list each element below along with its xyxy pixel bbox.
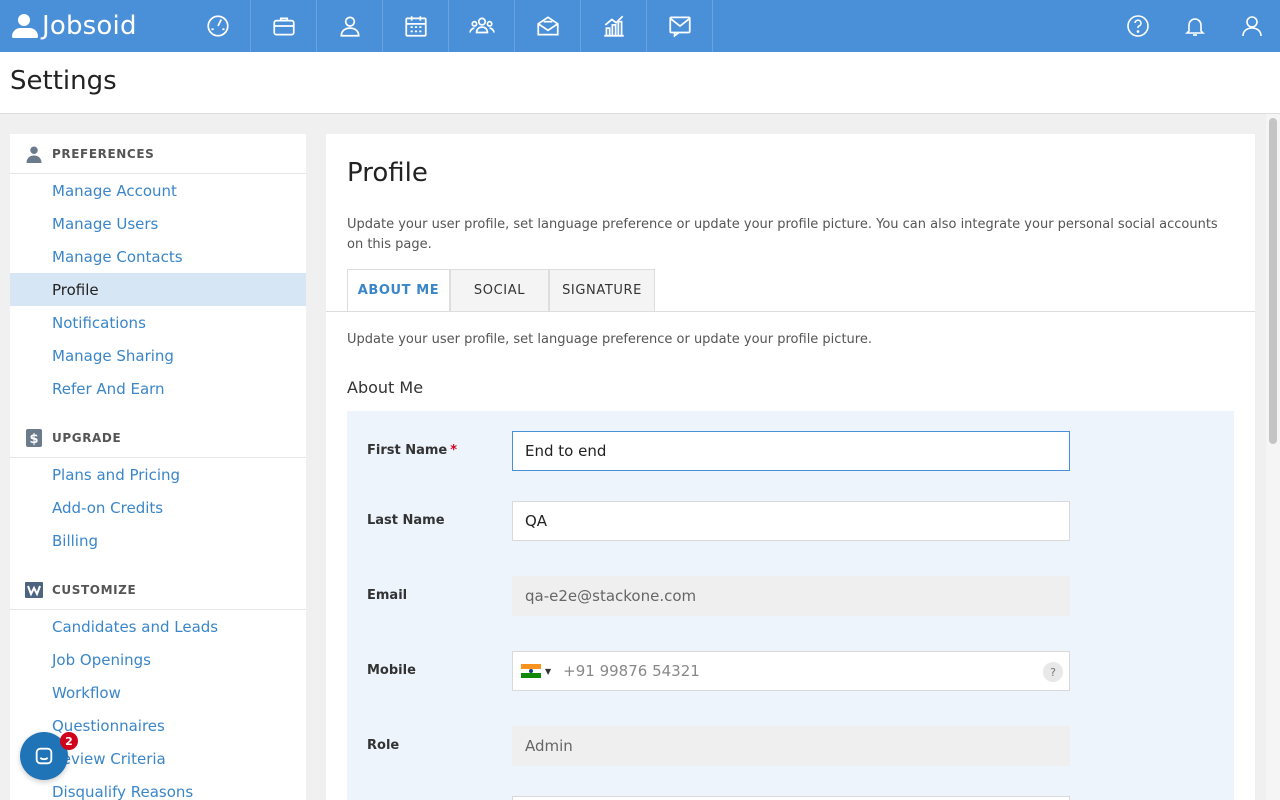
role-row: Role Admin	[347, 726, 1234, 766]
profile-tabs: ABOUT ME SOCIAL SIGNATURE	[347, 269, 655, 312]
tab-about-me[interactable]: ABOUT ME	[347, 269, 450, 312]
help-icon	[1126, 15, 1149, 37]
sidebar-item-disqualify-reasons[interactable]: Disqualify Reasons	[10, 775, 306, 800]
nav-mail-campaign[interactable]	[515, 0, 581, 52]
role-label: Role	[367, 738, 400, 753]
email-row: Email qa-e2e@stackone.com	[347, 576, 1234, 616]
page-scrollbar[interactable]	[1266, 114, 1280, 800]
user-account-button[interactable]	[1223, 0, 1280, 52]
tab-divider	[326, 311, 1255, 312]
email-field: qa-e2e@stackone.com	[512, 576, 1070, 616]
sidebar-item-add-on-credits[interactable]: Add-on Credits	[10, 491, 306, 524]
chat-unread-badge: 2	[60, 732, 78, 750]
required-asterisk: *	[450, 443, 458, 458]
candidates-person-icon	[339, 16, 360, 37]
profile-title: Profile	[347, 158, 428, 188]
profile-description: Update your user profile, set language p…	[347, 217, 1218, 252]
nav-calendar[interactable]	[383, 0, 449, 52]
page-title: Settings	[10, 66, 117, 96]
tab-social[interactable]: SOCIAL	[450, 269, 549, 312]
nav-team[interactable]	[449, 0, 515, 52]
scrollbar-thumb[interactable]	[1269, 118, 1277, 444]
mobile-field: ▼ +91 99876 54321 ?	[512, 651, 1070, 691]
chat-icon	[35, 747, 53, 765]
top-navbar: Jobsoid	[0, 0, 1280, 52]
sidebar-item-job-openings[interactable]: Job Openings	[10, 643, 306, 676]
mobile-help-icon[interactable]: ?	[1043, 662, 1063, 682]
reports-chart-icon	[603, 15, 624, 37]
dollar-icon: $	[24, 428, 44, 448]
about-me-form: First Name * End to end Last Name QA Emai…	[347, 411, 1234, 800]
mobile-label: Mobile	[367, 663, 416, 678]
sidebar-item-manage-sharing[interactable]: Manage Sharing	[10, 339, 306, 372]
mobile-input[interactable]: +91 99876 54321	[563, 662, 700, 680]
next-row	[347, 796, 1234, 800]
first-name-input[interactable]: End to end	[512, 431, 1070, 471]
first-name-label: First Name *	[367, 443, 458, 458]
first-name-row: First Name * End to end	[347, 431, 1234, 471]
sidebar-section-preferences: PREFERENCES Manage Account Manage Users …	[10, 134, 306, 405]
about-me-heading: About Me	[347, 378, 424, 397]
sidebar-item-candidates-and-leads[interactable]: Candidates and Leads	[10, 610, 306, 643]
logo-text: Jobsoid	[42, 11, 137, 41]
india-flag-icon[interactable]	[521, 664, 541, 679]
main-nav	[185, 0, 713, 52]
sidebar-item-manage-users[interactable]: Manage Users	[10, 207, 306, 240]
nav-dashboard[interactable]	[185, 0, 251, 52]
role-field: Admin	[512, 726, 1070, 766]
logo-person-icon	[12, 12, 38, 40]
sidebar-item-notifications[interactable]: Notifications	[10, 306, 306, 339]
notifications-button[interactable]	[1166, 0, 1223, 52]
settings-sidebar: PREFERENCES Manage Account Manage Users …	[10, 134, 306, 800]
last-name-label: Last Name	[367, 513, 445, 528]
last-name-input[interactable]: QA	[512, 501, 1070, 541]
calendar-icon	[404, 16, 427, 37]
sidebar-item-profile[interactable]: Profile	[10, 273, 306, 306]
sidebar-header-preferences: PREFERENCES	[10, 134, 306, 174]
jobsoid-logo[interactable]: Jobsoid	[12, 10, 137, 42]
profile-panel: Profile Update your user profile, set la…	[326, 134, 1255, 800]
nav-candidates[interactable]	[317, 0, 383, 52]
sidebar-item-plans-and-pricing[interactable]: Plans and Pricing	[10, 458, 306, 491]
jobs-briefcase-icon	[272, 17, 295, 36]
sidebar-item-billing[interactable]: Billing	[10, 524, 306, 557]
page-header: Settings	[0, 52, 1280, 114]
sidebar-header-customize: CUSTOMIZE	[10, 570, 306, 610]
help-button[interactable]	[1109, 0, 1166, 52]
nav-reports[interactable]	[581, 0, 647, 52]
customize-icon	[24, 580, 44, 600]
inbox-icon	[668, 16, 691, 38]
nav-jobs[interactable]	[251, 0, 317, 52]
mobile-row: Mobile ▼ +91 99876 54321 ?	[347, 651, 1234, 691]
topbar-right-icons	[1109, 0, 1280, 52]
sidebar-item-manage-contacts[interactable]: Manage Contacts	[10, 240, 306, 273]
user-account-icon	[1241, 16, 1262, 37]
sidebar-item-refer-and-earn[interactable]: Refer And Earn	[10, 372, 306, 405]
tab-signature[interactable]: SIGNATURE	[549, 269, 655, 312]
sidebar-section-upgrade: $ UPGRADE Plans and Pricing Add-on Credi…	[10, 418, 306, 557]
dashboard-icon	[206, 15, 229, 37]
mail-campaign-icon	[536, 16, 559, 36]
last-name-row: Last Name QA	[347, 501, 1234, 541]
sidebar-item-workflow[interactable]: Workflow	[10, 676, 306, 709]
notifications-bell-icon	[1184, 18, 1205, 36]
country-dropdown-caret-icon[interactable]: ▼	[545, 667, 551, 676]
nav-inbox[interactable]	[647, 0, 713, 52]
team-icon	[468, 17, 495, 34]
person-icon	[24, 144, 44, 164]
next-input[interactable]	[512, 796, 1070, 800]
svg-text:$: $	[29, 432, 38, 447]
about-me-description: Update your user profile, set language p…	[347, 332, 872, 347]
sidebar-item-manage-account[interactable]: Manage Account	[10, 174, 306, 207]
email-label: Email	[367, 588, 408, 603]
sidebar-header-upgrade: $ UPGRADE	[10, 418, 306, 458]
